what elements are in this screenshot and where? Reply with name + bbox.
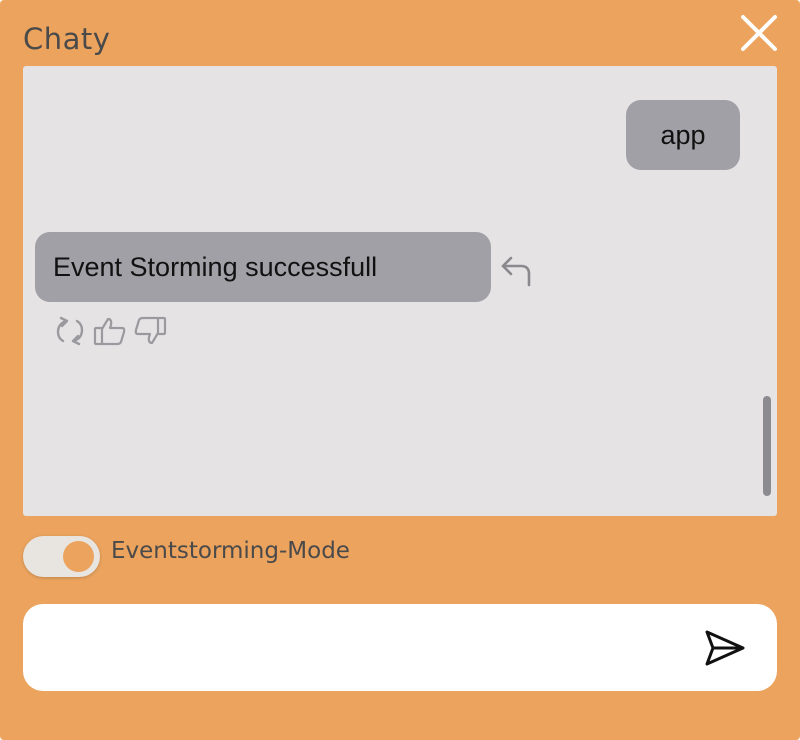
scrollbar[interactable] [763, 396, 771, 496]
message-composer [23, 604, 777, 691]
regenerate-icon [56, 316, 84, 346]
reply-button[interactable] [499, 254, 533, 288]
thumbs-down-icon [134, 316, 167, 345]
message-input[interactable] [43, 622, 687, 674]
thumbs-up-icon [93, 317, 126, 346]
eventstorming-mode-label: Eventstorming-Mode [111, 538, 350, 564]
user-message: app [626, 100, 740, 170]
message-list[interactable]: app Event Storming successfull [23, 66, 777, 516]
eventstorming-mode-toggle[interactable] [23, 536, 100, 577]
chat-window: Chaty app Event Storming successfull Eve… [0, 0, 800, 740]
send-button[interactable] [703, 628, 747, 668]
user-message-text: app [660, 119, 706, 150]
toggle-knob [63, 541, 94, 572]
regenerate-button[interactable] [53, 316, 87, 346]
window-title: Chaty [23, 22, 111, 56]
close-button[interactable] [740, 14, 778, 52]
bot-message: Event Storming successfull [35, 232, 491, 302]
close-icon [741, 15, 777, 51]
send-icon [705, 630, 745, 666]
bot-message-text: Event Storming successfull [53, 251, 378, 282]
thumbs-down-button[interactable] [133, 316, 167, 346]
thumbs-up-button[interactable] [93, 316, 127, 346]
reply-arrow-icon [501, 256, 531, 287]
